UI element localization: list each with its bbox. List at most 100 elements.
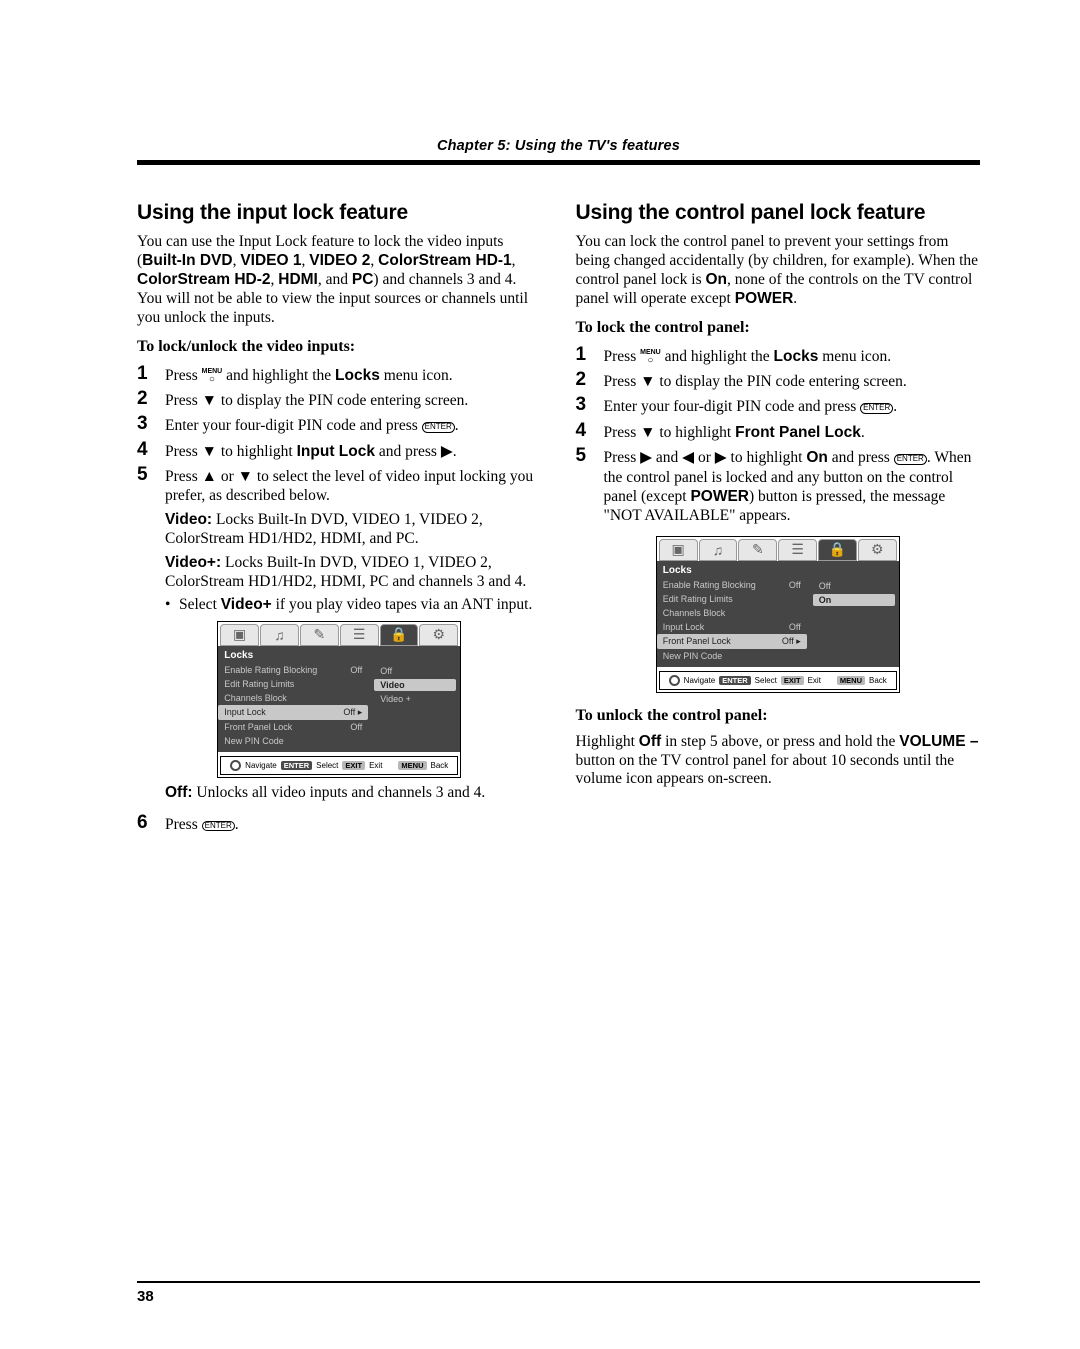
step6-b: . bbox=[235, 816, 239, 833]
osd-row-front-panel: Front Panel LockOff ▸ bbox=[657, 634, 807, 649]
osd-row-new-pin: New PIN Code bbox=[218, 734, 368, 748]
menu-key-icon: MENU bbox=[398, 761, 426, 770]
video-option-label: Video: bbox=[165, 511, 212, 528]
osd-option-off: Off bbox=[374, 665, 456, 677]
page-number: 38 bbox=[137, 1288, 154, 1305]
step-number-5: 5 bbox=[137, 465, 165, 615]
osd-tab-setup-icon: ✎ bbox=[300, 624, 339, 646]
videoplus-bullet: Select Video+ if you play video tapes vi… bbox=[179, 595, 532, 614]
input-lock-intro: You can use the Input Lock feature to lo… bbox=[137, 233, 542, 328]
rstep-3-text: Enter your four-digit PIN code and press… bbox=[604, 395, 981, 416]
step-number-2: 2 bbox=[137, 389, 165, 410]
enter-button-icon: ENTER bbox=[202, 821, 235, 832]
input-built-in-dvd: Built-In DVD bbox=[142, 252, 232, 269]
osd-row-input-lock: Input LockOff ▸ bbox=[218, 705, 368, 720]
input-video2: VIDEO 2 bbox=[309, 252, 370, 269]
rstep-4-text: Press ▼ to highlight Front Panel Lock. bbox=[604, 421, 981, 442]
step1-a: Press bbox=[165, 367, 202, 384]
videoplus-option-label: Video+: bbox=[165, 554, 221, 571]
header-rule bbox=[137, 160, 980, 165]
step-1-text: Press MENU○ and highlight the Locks menu… bbox=[165, 364, 542, 385]
video-option-text: Locks Built-In DVD, VIDEO 1, VIDEO 2, Co… bbox=[165, 511, 483, 547]
osd-tab-preferences-icon: ⚙ bbox=[858, 539, 897, 561]
rstep-1-text: Press MENU○ and highlight the Locks menu… bbox=[604, 345, 981, 366]
enter-button-icon: ENTER bbox=[894, 454, 927, 465]
osd-footer: Navigate ENTER Select EXIT Exit MENU Bac… bbox=[659, 671, 897, 690]
enter-key-icon: ENTER bbox=[281, 761, 312, 770]
exit-key-icon: EXIT bbox=[781, 676, 804, 685]
input-cs-hd1: ColorStream HD-1 bbox=[378, 252, 512, 269]
input-video1: VIDEO 1 bbox=[240, 252, 301, 269]
step1-b: and highlight the bbox=[222, 367, 335, 384]
osd-row-list: Enable Rating BlockingOff Edit Rating Li… bbox=[218, 663, 368, 748]
step-number-3: 3 bbox=[137, 414, 165, 435]
footer-navigate: Navigate bbox=[245, 761, 277, 770]
on-option-label: On bbox=[806, 449, 828, 466]
enter-button-icon: ENTER bbox=[860, 403, 893, 414]
osd-option-list: Off Video Video + bbox=[368, 663, 460, 748]
footer-back: Back bbox=[431, 761, 449, 770]
osd-tab-picture-icon: ▣ bbox=[220, 624, 259, 646]
input-hdmi: HDMI bbox=[278, 271, 318, 288]
menu-button-icon: MENU○ bbox=[640, 349, 661, 366]
rstep-number-1: 1 bbox=[576, 345, 604, 366]
unlock-panel-text: Highlight Off in step 5 above, or press … bbox=[576, 733, 981, 790]
panel-lock-intro: You can lock the control panel to preven… bbox=[576, 233, 981, 309]
step-6-text: Press ENTER. bbox=[165, 813, 542, 834]
osd-title: Locks bbox=[218, 648, 460, 663]
osd-row-edit-rating: Edit Rating Limits bbox=[218, 677, 368, 691]
on-label: On bbox=[706, 271, 728, 288]
subhead-lock-panel: To lock the control panel: bbox=[576, 319, 981, 337]
osd-tab-locks-icon: 🔒 bbox=[380, 624, 419, 646]
osd-footer: Navigate ENTER Select EXIT Exit MENU Bac… bbox=[220, 756, 458, 775]
osd-option-list: Off On bbox=[807, 578, 899, 663]
navigate-ring-icon bbox=[230, 760, 241, 771]
off-text: Unlocks all video inputs and channels 3 … bbox=[193, 784, 486, 801]
enter-button-icon: ENTER bbox=[422, 422, 455, 433]
footer-exit: Exit bbox=[369, 761, 382, 770]
osd-tabs: ▣ ♫ ✎ ☰ 🔒 ⚙ bbox=[657, 537, 899, 561]
front-panel-lock-label: Front Panel Lock bbox=[735, 424, 861, 441]
osd-row-enable-rating: Enable Rating BlockingOff bbox=[657, 578, 807, 592]
step4-b: and press ▶. bbox=[375, 443, 457, 460]
osd-tab-setup-icon: ✎ bbox=[738, 539, 777, 561]
step6-a: Press bbox=[165, 816, 202, 833]
step-number-6: 6 bbox=[137, 813, 165, 834]
step-4-text: Press ▼ to highlight Input Lock and pres… bbox=[165, 440, 542, 461]
menu-button-icon: MENU○ bbox=[202, 368, 223, 385]
section-title-input-lock: Using the input lock feature bbox=[137, 201, 542, 225]
osd-row-enable-rating: Enable Rating BlockingOff bbox=[218, 663, 368, 677]
osd-tab-audio-icon: ♫ bbox=[699, 539, 738, 561]
osd-tab-applications-icon: ☰ bbox=[340, 624, 379, 646]
off-description: Off: Unlocks all video inputs and channe… bbox=[165, 784, 542, 803]
footer-rule bbox=[137, 1281, 980, 1283]
osd-row-front-panel: Front Panel LockOff bbox=[218, 720, 368, 734]
rintro-c: . bbox=[793, 290, 797, 307]
osd-row-edit-rating: Edit Rating Limits bbox=[657, 592, 807, 606]
power-label-inline: POWER bbox=[690, 488, 749, 505]
step-2-text: Press ▼ to display the PIN code entering… bbox=[165, 389, 542, 410]
osd-tab-audio-icon: ♫ bbox=[260, 624, 299, 646]
step-3-text: Enter your four-digit PIN code and press… bbox=[165, 414, 542, 435]
enter-key-icon: ENTER bbox=[719, 676, 750, 685]
off-option-label: Off bbox=[639, 733, 661, 750]
footer-navigate: Navigate bbox=[684, 676, 716, 685]
volume-minus-label: VOLUME – bbox=[899, 733, 978, 750]
menu-key-icon: MENU bbox=[837, 676, 865, 685]
rstep-2-text: Press ▼ to display the PIN code entering… bbox=[604, 370, 981, 391]
step5-a: Press ▲ or ▼ to select the level of vide… bbox=[165, 468, 533, 504]
bullet-icon: • bbox=[165, 595, 179, 614]
osd-row-input-lock: Input LockOff bbox=[657, 620, 807, 634]
step-number-1: 1 bbox=[137, 364, 165, 385]
osd-row-channels-block: Channels Block bbox=[657, 606, 807, 620]
osd-tab-preferences-icon: ⚙ bbox=[419, 624, 458, 646]
locks-menu-label: Locks bbox=[335, 367, 380, 384]
osd-tabs: ▣ ♫ ✎ ☰ 🔒 ⚙ bbox=[218, 622, 460, 646]
subhead-lock-unlock: To lock/unlock the video inputs: bbox=[137, 338, 542, 356]
exit-key-icon: EXIT bbox=[342, 761, 365, 770]
step3-b: . bbox=[455, 417, 459, 434]
navigate-ring-icon bbox=[669, 675, 680, 686]
rstep-number-3: 3 bbox=[576, 395, 604, 416]
step-5-text: Press ▲ or ▼ to select the level of vide… bbox=[165, 465, 542, 615]
osd-option-off: Off bbox=[813, 580, 895, 592]
